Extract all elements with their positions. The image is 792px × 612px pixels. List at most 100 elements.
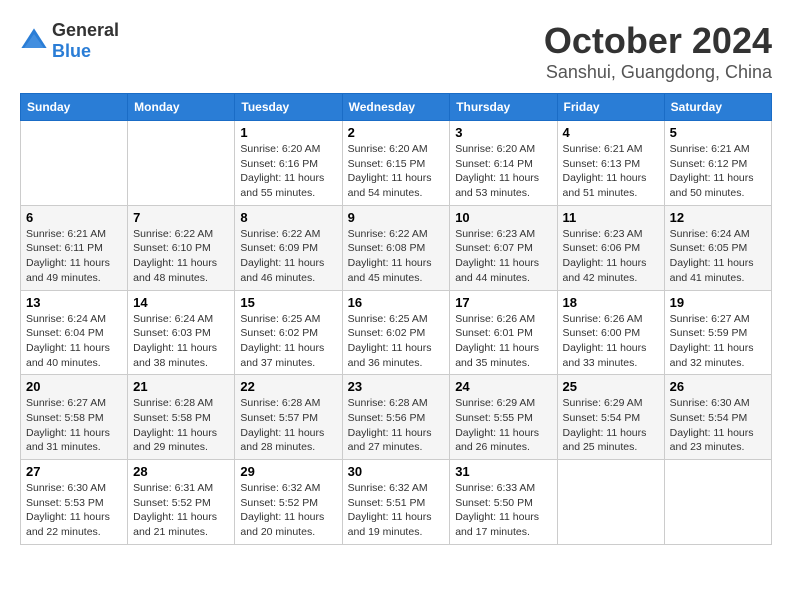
calendar-header-row: SundayMondayTuesdayWednesdayThursdayFrid… bbox=[21, 94, 772, 121]
day-info: Sunrise: 6:20 AMSunset: 6:15 PMDaylight:… bbox=[348, 142, 445, 201]
day-info: Sunrise: 6:20 AMSunset: 6:14 PMDaylight:… bbox=[455, 142, 551, 201]
calendar-cell: 23 Sunrise: 6:28 AMSunset: 5:56 PMDaylig… bbox=[342, 375, 450, 460]
logo: General Blue bbox=[20, 20, 119, 62]
day-info: Sunrise: 6:20 AMSunset: 6:16 PMDaylight:… bbox=[240, 142, 336, 201]
calendar-week-1: 1 Sunrise: 6:20 AMSunset: 6:16 PMDayligh… bbox=[21, 121, 772, 206]
day-info: Sunrise: 6:21 AMSunset: 6:13 PMDaylight:… bbox=[563, 142, 659, 201]
calendar-cell: 2 Sunrise: 6:20 AMSunset: 6:15 PMDayligh… bbox=[342, 121, 450, 206]
day-number: 31 bbox=[455, 464, 551, 479]
day-number: 7 bbox=[133, 210, 229, 225]
day-number: 13 bbox=[26, 295, 122, 310]
day-info: Sunrise: 6:29 AMSunset: 5:54 PMDaylight:… bbox=[563, 396, 659, 455]
calendar-cell: 4 Sunrise: 6:21 AMSunset: 6:13 PMDayligh… bbox=[557, 121, 664, 206]
day-info: Sunrise: 6:29 AMSunset: 5:55 PMDaylight:… bbox=[455, 396, 551, 455]
day-number: 25 bbox=[563, 379, 659, 394]
calendar-week-3: 13 Sunrise: 6:24 AMSunset: 6:04 PMDaylig… bbox=[21, 290, 772, 375]
column-header-thursday: Thursday bbox=[450, 94, 557, 121]
day-number: 17 bbox=[455, 295, 551, 310]
calendar-cell bbox=[664, 460, 771, 545]
calendar-cell: 18 Sunrise: 6:26 AMSunset: 6:00 PMDaylig… bbox=[557, 290, 664, 375]
calendar-week-5: 27 Sunrise: 6:30 AMSunset: 5:53 PMDaylig… bbox=[21, 460, 772, 545]
day-info: Sunrise: 6:22 AMSunset: 6:09 PMDaylight:… bbox=[240, 227, 336, 286]
day-number: 28 bbox=[133, 464, 229, 479]
day-number: 4 bbox=[563, 125, 659, 140]
calendar-cell: 9 Sunrise: 6:22 AMSunset: 6:08 PMDayligh… bbox=[342, 205, 450, 290]
calendar-cell: 5 Sunrise: 6:21 AMSunset: 6:12 PMDayligh… bbox=[664, 121, 771, 206]
day-number: 23 bbox=[348, 379, 445, 394]
title-block: October 2024 Sanshui, Guangdong, China bbox=[544, 20, 772, 83]
calendar-table: SundayMondayTuesdayWednesdayThursdayFrid… bbox=[20, 93, 772, 545]
day-info: Sunrise: 6:25 AMSunset: 6:02 PMDaylight:… bbox=[240, 312, 336, 371]
day-number: 20 bbox=[26, 379, 122, 394]
calendar-cell: 29 Sunrise: 6:32 AMSunset: 5:52 PMDaylig… bbox=[235, 460, 342, 545]
calendar-cell: 11 Sunrise: 6:23 AMSunset: 6:06 PMDaylig… bbox=[557, 205, 664, 290]
calendar-week-2: 6 Sunrise: 6:21 AMSunset: 6:11 PMDayligh… bbox=[21, 205, 772, 290]
calendar-cell: 26 Sunrise: 6:30 AMSunset: 5:54 PMDaylig… bbox=[664, 375, 771, 460]
logo-general: General bbox=[52, 20, 119, 40]
calendar-week-4: 20 Sunrise: 6:27 AMSunset: 5:58 PMDaylig… bbox=[21, 375, 772, 460]
column-header-saturday: Saturday bbox=[664, 94, 771, 121]
calendar-cell: 27 Sunrise: 6:30 AMSunset: 5:53 PMDaylig… bbox=[21, 460, 128, 545]
day-info: Sunrise: 6:21 AMSunset: 6:12 PMDaylight:… bbox=[670, 142, 766, 201]
day-info: Sunrise: 6:33 AMSunset: 5:50 PMDaylight:… bbox=[455, 481, 551, 540]
day-number: 29 bbox=[240, 464, 336, 479]
calendar-cell: 13 Sunrise: 6:24 AMSunset: 6:04 PMDaylig… bbox=[21, 290, 128, 375]
day-info: Sunrise: 6:32 AMSunset: 5:52 PMDaylight:… bbox=[240, 481, 336, 540]
day-number: 12 bbox=[670, 210, 766, 225]
calendar-cell bbox=[21, 121, 128, 206]
day-number: 15 bbox=[240, 295, 336, 310]
calendar-body: 1 Sunrise: 6:20 AMSunset: 6:16 PMDayligh… bbox=[21, 121, 772, 545]
day-number: 14 bbox=[133, 295, 229, 310]
day-info: Sunrise: 6:22 AMSunset: 6:08 PMDaylight:… bbox=[348, 227, 445, 286]
day-info: Sunrise: 6:24 AMSunset: 6:04 PMDaylight:… bbox=[26, 312, 122, 371]
calendar-cell: 1 Sunrise: 6:20 AMSunset: 6:16 PMDayligh… bbox=[235, 121, 342, 206]
calendar-cell: 19 Sunrise: 6:27 AMSunset: 5:59 PMDaylig… bbox=[664, 290, 771, 375]
column-header-monday: Monday bbox=[128, 94, 235, 121]
day-info: Sunrise: 6:27 AMSunset: 5:58 PMDaylight:… bbox=[26, 396, 122, 455]
calendar-cell: 31 Sunrise: 6:33 AMSunset: 5:50 PMDaylig… bbox=[450, 460, 557, 545]
calendar-cell: 22 Sunrise: 6:28 AMSunset: 5:57 PMDaylig… bbox=[235, 375, 342, 460]
day-info: Sunrise: 6:21 AMSunset: 6:11 PMDaylight:… bbox=[26, 227, 122, 286]
day-info: Sunrise: 6:28 AMSunset: 5:57 PMDaylight:… bbox=[240, 396, 336, 455]
day-number: 21 bbox=[133, 379, 229, 394]
day-number: 30 bbox=[348, 464, 445, 479]
day-number: 8 bbox=[240, 210, 336, 225]
calendar-cell: 20 Sunrise: 6:27 AMSunset: 5:58 PMDaylig… bbox=[21, 375, 128, 460]
calendar-cell: 15 Sunrise: 6:25 AMSunset: 6:02 PMDaylig… bbox=[235, 290, 342, 375]
day-number: 1 bbox=[240, 125, 336, 140]
logo-icon bbox=[20, 27, 48, 55]
column-header-tuesday: Tuesday bbox=[235, 94, 342, 121]
day-info: Sunrise: 6:30 AMSunset: 5:54 PMDaylight:… bbox=[670, 396, 766, 455]
day-number: 27 bbox=[26, 464, 122, 479]
logo-text: General Blue bbox=[52, 20, 119, 62]
calendar-cell bbox=[557, 460, 664, 545]
calendar-cell: 16 Sunrise: 6:25 AMSunset: 6:02 PMDaylig… bbox=[342, 290, 450, 375]
day-info: Sunrise: 6:26 AMSunset: 6:01 PMDaylight:… bbox=[455, 312, 551, 371]
day-info: Sunrise: 6:28 AMSunset: 5:56 PMDaylight:… bbox=[348, 396, 445, 455]
logo-blue: Blue bbox=[52, 41, 91, 61]
day-number: 19 bbox=[670, 295, 766, 310]
day-number: 2 bbox=[348, 125, 445, 140]
calendar-cell: 21 Sunrise: 6:28 AMSunset: 5:58 PMDaylig… bbox=[128, 375, 235, 460]
day-info: Sunrise: 6:27 AMSunset: 5:59 PMDaylight:… bbox=[670, 312, 766, 371]
page-header: General Blue October 2024 Sanshui, Guang… bbox=[20, 20, 772, 83]
calendar-cell: 28 Sunrise: 6:31 AMSunset: 5:52 PMDaylig… bbox=[128, 460, 235, 545]
calendar-cell: 3 Sunrise: 6:20 AMSunset: 6:14 PMDayligh… bbox=[450, 121, 557, 206]
month-title: October 2024 bbox=[544, 20, 772, 62]
day-number: 24 bbox=[455, 379, 551, 394]
day-number: 16 bbox=[348, 295, 445, 310]
day-number: 22 bbox=[240, 379, 336, 394]
day-info: Sunrise: 6:30 AMSunset: 5:53 PMDaylight:… bbox=[26, 481, 122, 540]
day-number: 6 bbox=[26, 210, 122, 225]
location-title: Sanshui, Guangdong, China bbox=[544, 62, 772, 83]
day-number: 3 bbox=[455, 125, 551, 140]
day-info: Sunrise: 6:23 AMSunset: 6:07 PMDaylight:… bbox=[455, 227, 551, 286]
calendar-cell: 7 Sunrise: 6:22 AMSunset: 6:10 PMDayligh… bbox=[128, 205, 235, 290]
day-info: Sunrise: 6:32 AMSunset: 5:51 PMDaylight:… bbox=[348, 481, 445, 540]
day-info: Sunrise: 6:26 AMSunset: 6:00 PMDaylight:… bbox=[563, 312, 659, 371]
column-header-sunday: Sunday bbox=[21, 94, 128, 121]
day-number: 9 bbox=[348, 210, 445, 225]
day-number: 26 bbox=[670, 379, 766, 394]
column-header-wednesday: Wednesday bbox=[342, 94, 450, 121]
day-info: Sunrise: 6:28 AMSunset: 5:58 PMDaylight:… bbox=[133, 396, 229, 455]
